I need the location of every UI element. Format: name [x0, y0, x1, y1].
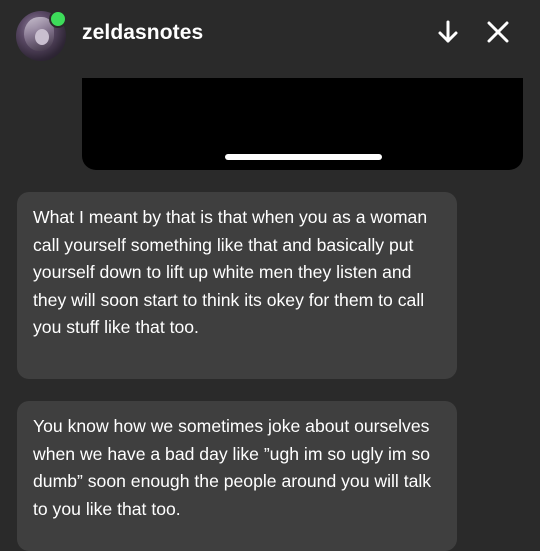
avatar-face [35, 29, 49, 45]
chat-header: zeldasnotes [0, 0, 540, 78]
video-progress-bar[interactable] [225, 154, 382, 160]
message-bubble: You know how we sometimes joke about our… [17, 401, 457, 551]
close-icon [487, 21, 509, 43]
close-button[interactable] [482, 16, 514, 48]
download-button[interactable] [432, 16, 464, 48]
user-avatar[interactable] [16, 10, 67, 61]
message-bubble: What I meant by that is that when you as… [17, 192, 457, 379]
arrow-down-icon [438, 20, 458, 43]
video-message[interactable] [82, 78, 523, 170]
online-status-dot [49, 10, 67, 28]
username[interactable]: zeldasnotes [82, 21, 203, 45]
